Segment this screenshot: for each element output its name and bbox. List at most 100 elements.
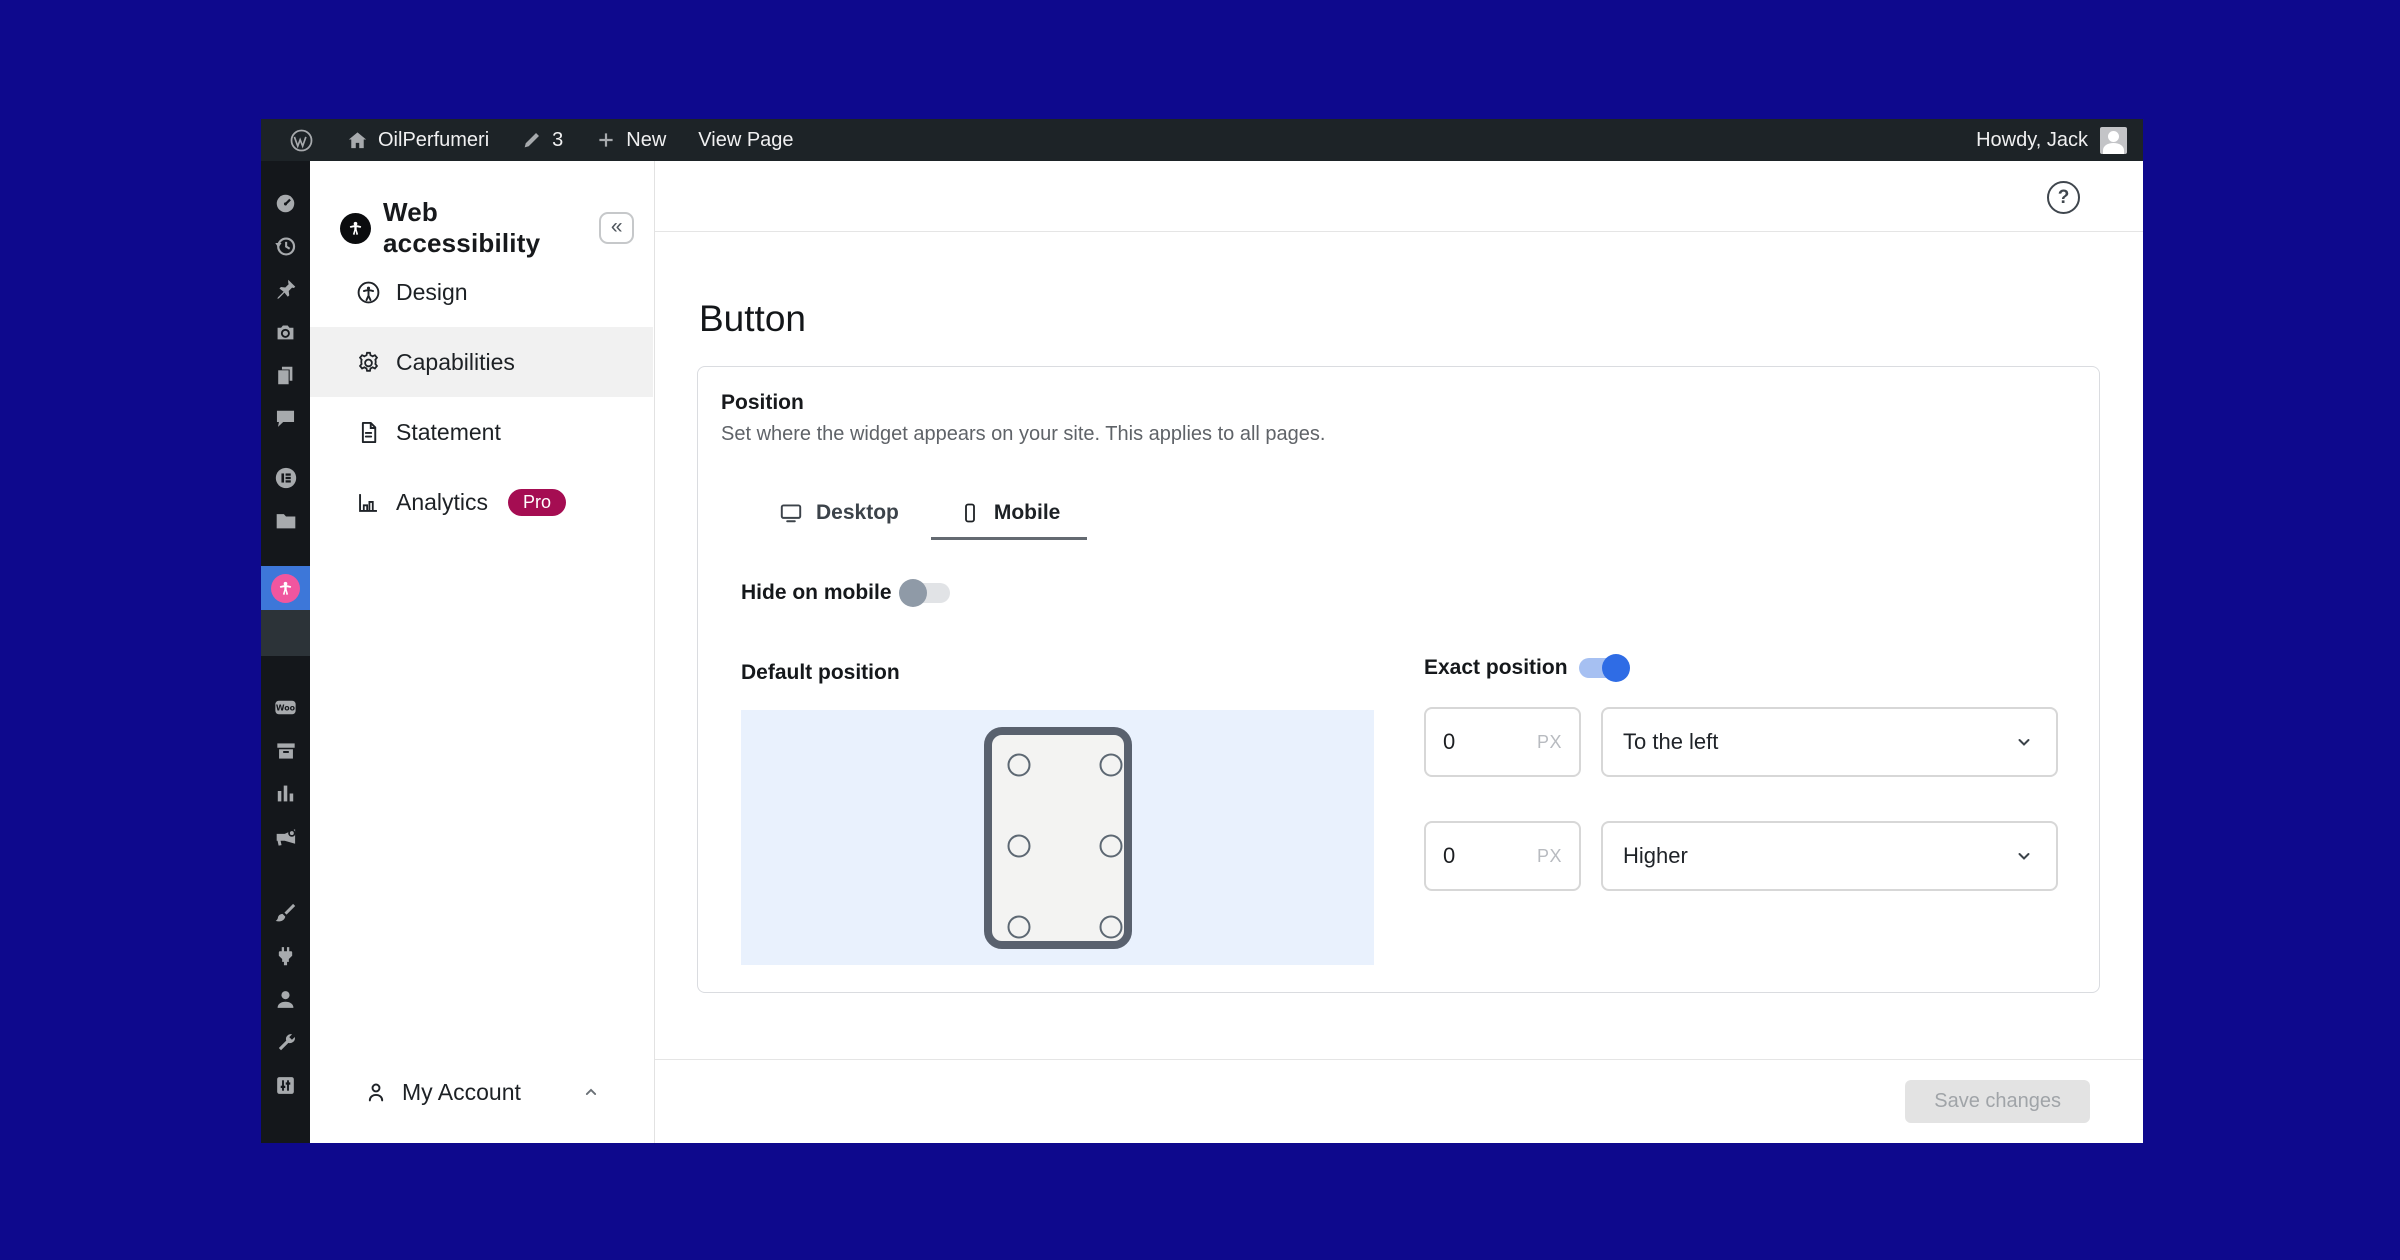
gear-icon xyxy=(355,349,382,376)
position-option-top-left[interactable] xyxy=(1007,753,1030,776)
default-position-label: Default position xyxy=(741,661,900,685)
help-button[interactable]: ? xyxy=(2047,181,2080,214)
exact-position-toggle[interactable] xyxy=(1579,658,1628,678)
desktop-icon xyxy=(778,500,804,526)
rail-item-elementor[interactable] xyxy=(261,456,310,499)
new-menu-item[interactable]: New xyxy=(583,119,678,161)
home-icon xyxy=(346,129,369,152)
pages-icon xyxy=(273,363,298,388)
wp-admin-rail: Woo xyxy=(261,161,310,1143)
history-icon xyxy=(273,234,298,259)
default-position-preview xyxy=(741,710,1374,965)
rail-item-marketing[interactable] xyxy=(261,815,310,858)
rail-item-appearance[interactable] xyxy=(261,892,310,935)
position-option-middle-left[interactable] xyxy=(1007,834,1030,857)
position-option-top-right[interactable] xyxy=(1099,753,1122,776)
rail-submenu-strip xyxy=(261,610,310,656)
rail-item-plugins[interactable] xyxy=(261,935,310,978)
phone-frame xyxy=(984,727,1132,949)
hide-on-mobile-toggle[interactable] xyxy=(901,583,950,603)
my-account-button[interactable]: My Account xyxy=(310,1069,653,1115)
position-option-bottom-right[interactable] xyxy=(1099,915,1122,938)
vertical-direction-select[interactable]: Higher xyxy=(1601,821,2058,891)
view-page-label: View Page xyxy=(698,129,793,152)
card-subtitle: Set where the widget appears on your sit… xyxy=(721,423,1325,446)
tab-desktop[interactable]: Desktop xyxy=(751,488,926,540)
sidebar-item-label: Analytics xyxy=(396,489,488,516)
accessibility-circle-icon xyxy=(355,279,382,306)
tab-label: Desktop xyxy=(816,501,899,525)
rail-item-folder[interactable] xyxy=(261,499,310,542)
card-title: Position xyxy=(721,391,804,415)
elementor-icon xyxy=(273,465,299,491)
rail-item-posts[interactable] xyxy=(261,268,310,311)
hide-on-mobile-label: Hide on mobile xyxy=(741,581,901,605)
site-menu-item[interactable]: OilPerfumeri xyxy=(334,119,501,161)
collapse-sidebar-button[interactable]: « xyxy=(599,212,634,244)
select-value: To the left xyxy=(1623,729,1718,755)
rail-item-settings[interactable] xyxy=(261,1064,310,1107)
new-label: New xyxy=(626,129,666,152)
plugin-title: Web accessibility xyxy=(383,197,587,259)
rail-item-pages[interactable] xyxy=(261,354,310,397)
megaphone-icon xyxy=(273,824,299,850)
rail-item-users[interactable] xyxy=(261,978,310,1021)
avatar[interactable] xyxy=(2100,127,2127,154)
howdy-label[interactable]: Howdy, Jack xyxy=(1976,129,2088,152)
position-card: Position Set where the widget appears on… xyxy=(697,366,2100,993)
chevron-down-icon xyxy=(2012,844,2036,868)
folder-icon xyxy=(273,508,299,534)
rail-item-tools[interactable] xyxy=(261,1021,310,1064)
wordpress-admin-window: OilPerfumeri 3 New View Page Howdy, Jack xyxy=(261,119,2143,1143)
pro-badge: Pro xyxy=(508,489,566,516)
sidebar-item-label: Design xyxy=(396,279,468,306)
sliders-icon xyxy=(273,1073,298,1098)
rail-item-products[interactable] xyxy=(261,729,310,772)
accessibility-plugin-icon xyxy=(271,574,300,603)
content-footer: Save changes xyxy=(655,1059,2143,1143)
rail-item-dashboard[interactable] xyxy=(261,182,310,225)
edits-menu-item[interactable]: 3 xyxy=(509,119,575,161)
rail-item-analytics[interactable] xyxy=(261,772,310,815)
edits-count: 3 xyxy=(552,129,563,152)
plugin-sidebar: Web accessibility « Design Capabilities … xyxy=(310,161,655,1143)
plugin-logo-icon xyxy=(340,213,371,244)
sidebar-item-analytics[interactable]: Analytics Pro xyxy=(310,467,653,537)
brush-icon xyxy=(273,901,298,926)
wordpress-menu-button[interactable] xyxy=(277,119,326,161)
rail-item-media[interactable] xyxy=(261,311,310,354)
admin-bar: OilPerfumeri 3 New View Page Howdy, Jack xyxy=(261,119,2143,161)
tab-mobile[interactable]: Mobile xyxy=(931,488,1088,540)
offset-x-field: PX xyxy=(1424,707,1581,777)
wordpress-logo-icon xyxy=(289,128,314,153)
content-area: ? Button Position Set where the widget a… xyxy=(655,161,2143,1143)
users-icon xyxy=(273,987,298,1012)
rail-item-comments[interactable] xyxy=(261,397,310,440)
chevron-down-icon xyxy=(2012,730,2036,754)
sidebar-item-statement[interactable]: Statement xyxy=(310,397,653,467)
dashboard-icon xyxy=(273,191,298,216)
rail-item-web-accessibility[interactable] xyxy=(261,566,310,610)
save-changes-button[interactable]: Save changes xyxy=(1905,1080,2090,1123)
page-title: Button xyxy=(699,298,806,340)
unit-label: PX xyxy=(1537,732,1562,753)
svg-text:Woo: Woo xyxy=(276,704,296,713)
rail-item-history[interactable] xyxy=(261,225,310,268)
site-name: OilPerfumeri xyxy=(378,129,489,152)
offset-x-input[interactable] xyxy=(1443,729,1513,755)
pencil-icon xyxy=(521,129,543,151)
document-icon xyxy=(355,419,382,446)
position-option-bottom-left[interactable] xyxy=(1007,915,1030,938)
wrench-icon xyxy=(273,1030,298,1055)
plus-icon xyxy=(595,129,617,151)
rail-item-woocommerce[interactable]: Woo xyxy=(261,686,310,729)
horizontal-direction-select[interactable]: To the left xyxy=(1601,707,2058,777)
exact-position-label: Exact position xyxy=(1424,656,1579,680)
view-page-menu-item[interactable]: View Page xyxy=(686,119,805,161)
sidebar-item-capabilities[interactable]: Capabilities xyxy=(310,327,653,397)
sidebar-item-design[interactable]: Design xyxy=(310,257,653,327)
device-tabs: Desktop Mobile xyxy=(751,488,1087,540)
position-option-middle-right[interactable] xyxy=(1099,834,1122,857)
person-icon xyxy=(363,1079,389,1105)
offset-y-input[interactable] xyxy=(1443,843,1513,869)
